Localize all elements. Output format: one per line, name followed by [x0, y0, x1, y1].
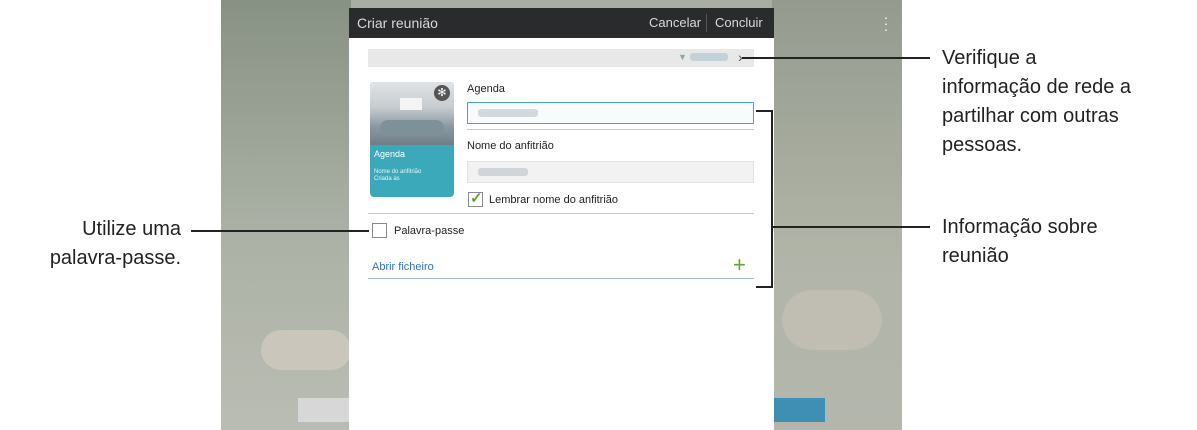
room-screen: [400, 98, 422, 110]
password-callout-line-2: palavra-passe.: [49, 247, 181, 269]
agenda-label: Agenda: [467, 83, 505, 95]
background-button-left: [298, 398, 354, 422]
agenda-value-blurred: [478, 109, 538, 117]
password-callout-line: [191, 230, 369, 232]
background-blur-right: [772, 0, 902, 430]
background-button-right: [771, 398, 825, 422]
cancel-button[interactable]: Cancelar: [649, 15, 701, 30]
network-callout-text: Verifique a informação de rede a partilh…: [942, 44, 1131, 160]
checkmark-icon: ✓: [470, 190, 483, 207]
network-name-blurred: [690, 53, 728, 61]
meeting-callout-line-2: reunião: [942, 245, 1009, 267]
meeting-thumbnail[interactable]: ✻ Agenda Nome do anfitrião Criada às: [370, 82, 454, 197]
dialog-titlebar: Criar reunião Cancelar Concluir: [349, 8, 774, 38]
network-callout-line-4: pessoas.: [942, 134, 1023, 156]
network-info-bar[interactable]: ▼ ›: [368, 49, 754, 67]
password-callout-text: Utilize uma palavra-passe.: [0, 215, 181, 273]
open-file-underline: [368, 278, 754, 279]
section-divider: [368, 213, 754, 214]
host-name-input[interactable]: [467, 161, 754, 183]
meeting-bracket-vertical: [771, 110, 773, 288]
meeting-callout-text: Informação sobre reunião: [942, 213, 1098, 271]
network-callout-line: [742, 57, 930, 59]
background-hand-right: [782, 290, 882, 350]
create-meeting-dialog: Criar reunião Cancelar Concluir ▼ › ✻ Ag…: [349, 8, 774, 430]
dialog-title: Criar reunião: [357, 15, 438, 31]
thumbnail-host: Nome do anfitrião: [374, 169, 422, 175]
thumbnail-created: Criada às: [374, 176, 400, 182]
background-hand-left: [261, 330, 351, 370]
network-callout-line-2: informação de rede a: [942, 76, 1132, 98]
open-file-link[interactable]: Abrir ficheiro: [372, 261, 434, 273]
password-label: Palavra-passe: [394, 225, 465, 237]
done-button[interactable]: Concluir: [715, 15, 763, 30]
gear-icon[interactable]: ✻: [434, 85, 450, 101]
meeting-callout-line-1: Informação sobre: [942, 216, 1098, 238]
room-table: [380, 120, 444, 136]
wifi-icon: ▼: [678, 52, 687, 62]
network-callout-line-3: partilhar com outras: [942, 105, 1119, 127]
meeting-bracket-bottom: [756, 286, 773, 288]
agenda-input[interactable]: [467, 102, 754, 124]
remember-host-label: Lembrar nome do anfitrião: [489, 194, 619, 206]
titlebar-divider: [706, 14, 707, 32]
agenda-divider: [467, 129, 754, 130]
meeting-callout-line: [771, 226, 930, 228]
overflow-menu-icon[interactable]: · · ·: [882, 10, 890, 36]
password-checkbox[interactable]: [372, 223, 387, 238]
host-label: Nome do anfitrião: [467, 140, 554, 152]
password-callout-line-1: Utilize uma: [82, 218, 181, 240]
thumbnail-title: Agenda: [374, 149, 406, 159]
remember-host-checkbox[interactable]: ✓: [468, 190, 483, 207]
network-callout-line-1: Verifique a: [942, 47, 1037, 69]
host-value-blurred: [478, 168, 528, 176]
plus-icon[interactable]: +: [733, 252, 746, 278]
